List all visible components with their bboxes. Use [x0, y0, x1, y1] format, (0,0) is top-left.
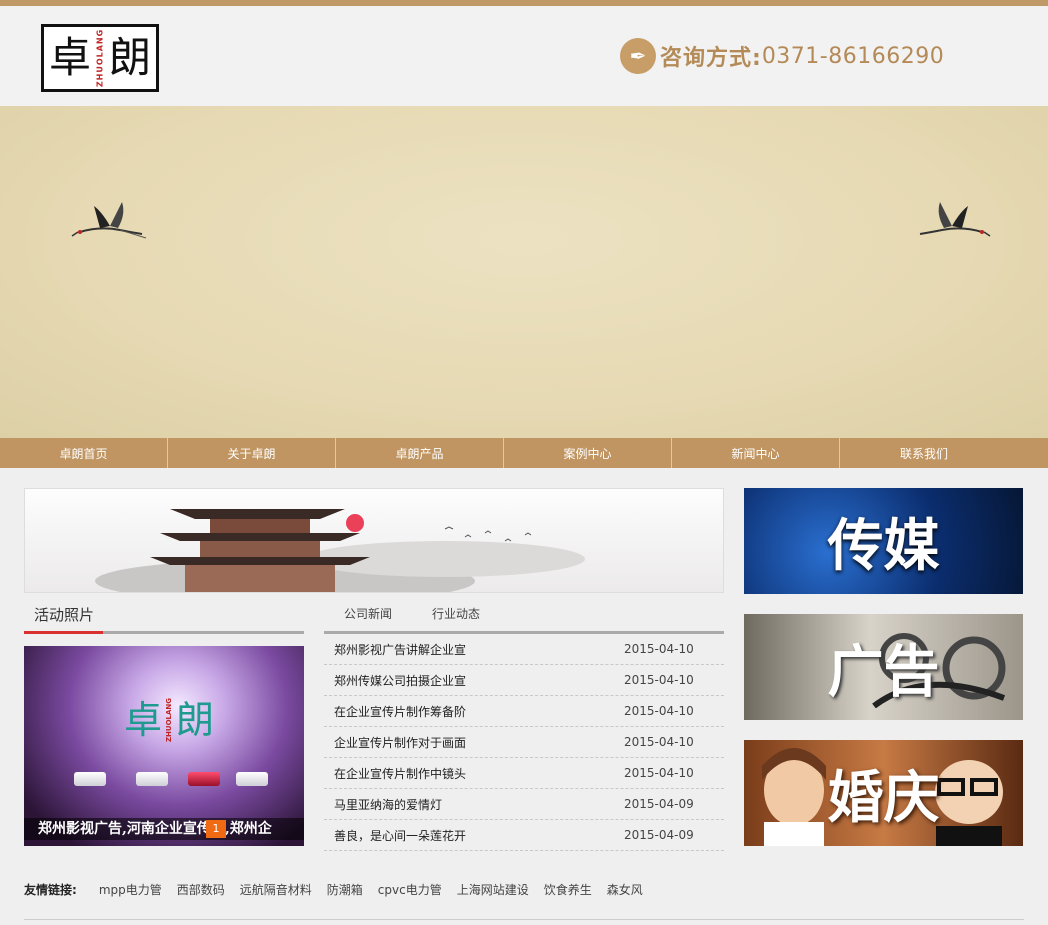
gem-icon — [188, 772, 220, 786]
nav-item-home[interactable]: 卓朗首页 — [0, 438, 168, 468]
news-list: 郑州影视广告讲解企业宣 2015-04-10 郑州传媒公司拍摄企业宣 2015-… — [324, 634, 724, 851]
hero-banner — [0, 106, 1048, 438]
crane-left-icon — [71, 202, 147, 239]
news-title[interactable]: 在企业宣传片制作筹备阶 — [324, 703, 624, 720]
list-item: 企业宣传片制作对于画面 2015-04-10 — [324, 727, 724, 758]
tab-company-news[interactable]: 公司新闻 — [324, 600, 392, 631]
footer-divider — [24, 919, 1024, 920]
slide-logo: 卓 ZHUOLANG 朗 — [124, 697, 215, 743]
site-header: 卓 ZHUOLANG 朗 ✒ 咨询方式: 0371-86166290 — [0, 6, 1048, 106]
advertising-card-label: 广告 — [827, 638, 940, 705]
news-date: 2015-04-10 — [624, 642, 694, 656]
news-date: 2015-04-10 — [624, 704, 694, 718]
logo-char-left: 卓 — [48, 33, 91, 82]
nav-item-news[interactable]: 新闻中心 — [672, 438, 840, 468]
friend-link[interactable]: 饮食养生 — [544, 881, 592, 898]
news-title[interactable]: 马里亚纳海的爱情灯 — [324, 796, 624, 813]
list-item: 在企业宣传片制作中镜头 2015-04-10 — [324, 758, 724, 789]
nav-item-contact[interactable]: 联系我们 — [840, 438, 1008, 468]
temple-illustration — [95, 509, 585, 592]
friend-link[interactable]: 森女风 — [607, 881, 643, 898]
activity-photo-slide[interactable]: 卓 ZHUOLANG 朗 郑州影视广告,河南企业宣传片,郑州企 1 — [24, 646, 304, 846]
list-item: 善良，是心间一朵莲花开 2015-04-09 — [324, 820, 724, 851]
friend-link[interactable]: mpp电力管 — [99, 881, 162, 898]
gem-icon — [236, 772, 268, 786]
logo-char-right: 朗 — [109, 33, 152, 82]
friend-link[interactable]: cpvc电力管 — [378, 881, 442, 898]
friend-link[interactable]: 远航隔音材料 — [240, 881, 312, 898]
list-item: 郑州传媒公司拍摄企业宣 2015-04-10 — [324, 665, 724, 696]
advertising-card[interactable]: 广告 — [744, 614, 1023, 720]
friend-link[interactable]: 西部数码 — [177, 881, 225, 898]
news-date: 2015-04-10 — [624, 735, 694, 749]
wedding-card[interactable]: 婚庆 — [744, 740, 1023, 846]
news-date: 2015-04-09 — [624, 797, 694, 811]
news-tabs: 公司新闻 行业动态 — [324, 600, 724, 634]
friend-link[interactable]: 防潮箱 — [327, 881, 363, 898]
friend-link[interactable]: 上海网站建设 — [457, 881, 529, 898]
main-nav: 卓朗首页 关于卓朗 卓朗产品 案例中心 新闻中心 联系我们 — [0, 438, 1048, 468]
media-card-label: 传媒 — [827, 512, 940, 579]
nav-item-about[interactable]: 关于卓朗 — [168, 438, 336, 468]
contact-info: ✒ 咨询方式: 0371-86166290 — [620, 36, 944, 76]
media-card[interactable]: 传媒 — [744, 488, 1023, 594]
tab-industry-news[interactable]: 行业动态 — [412, 600, 480, 631]
crane-right-icon — [919, 202, 991, 237]
contact-number: 0371-86166290 — [761, 43, 945, 69]
news-title[interactable]: 在企业宣传片制作中镜头 — [324, 765, 624, 782]
wedding-card-label: 婚庆 — [827, 764, 940, 831]
list-item: 郑州影视广告讲解企业宣 2015-04-10 — [324, 634, 724, 665]
logo-pinyin: ZHUOLANG — [95, 28, 105, 88]
news-title[interactable]: 善良，是心间一朵莲花开 — [324, 827, 624, 844]
news-title[interactable]: 企业宣传片制作对于画面 — [324, 734, 624, 751]
list-item: 马里亚纳海的爱情灯 2015-04-09 — [324, 789, 724, 820]
nav-item-products[interactable]: 卓朗产品 — [336, 438, 504, 468]
temple-banner-image — [24, 488, 724, 593]
friend-links-label: 友情链接: — [24, 882, 77, 897]
news-title[interactable]: 郑州影视广告讲解企业宣 — [324, 641, 624, 658]
nav-item-cases[interactable]: 案例中心 — [504, 438, 672, 468]
quill-icon: ✒ — [620, 38, 656, 74]
friend-links: 友情链接: mpp电力管 西部数码 远航隔音材料 防潮箱 cpvc电力管 上海网… — [24, 880, 658, 898]
gem-icon — [136, 772, 168, 786]
slide-page-badge[interactable]: 1 — [206, 820, 226, 838]
news-date: 2015-04-10 — [624, 766, 694, 780]
news-date: 2015-04-10 — [624, 673, 694, 687]
activity-photos-header: 活动照片 — [24, 602, 304, 634]
contact-label: 咨询方式: — [660, 46, 762, 71]
site-logo[interactable]: 卓 ZHUOLANG 朗 — [41, 24, 159, 92]
slide-caption[interactable]: 郑州影视广告,河南企业宣传片,郑州企 — [24, 818, 304, 840]
news-date: 2015-04-09 — [624, 828, 694, 842]
news-title[interactable]: 郑州传媒公司拍摄企业宣 — [324, 672, 624, 689]
gem-icon — [74, 772, 106, 786]
activity-photos-title: 活动照片 — [24, 602, 103, 634]
list-item: 在企业宣传片制作筹备阶 2015-04-10 — [324, 696, 724, 727]
